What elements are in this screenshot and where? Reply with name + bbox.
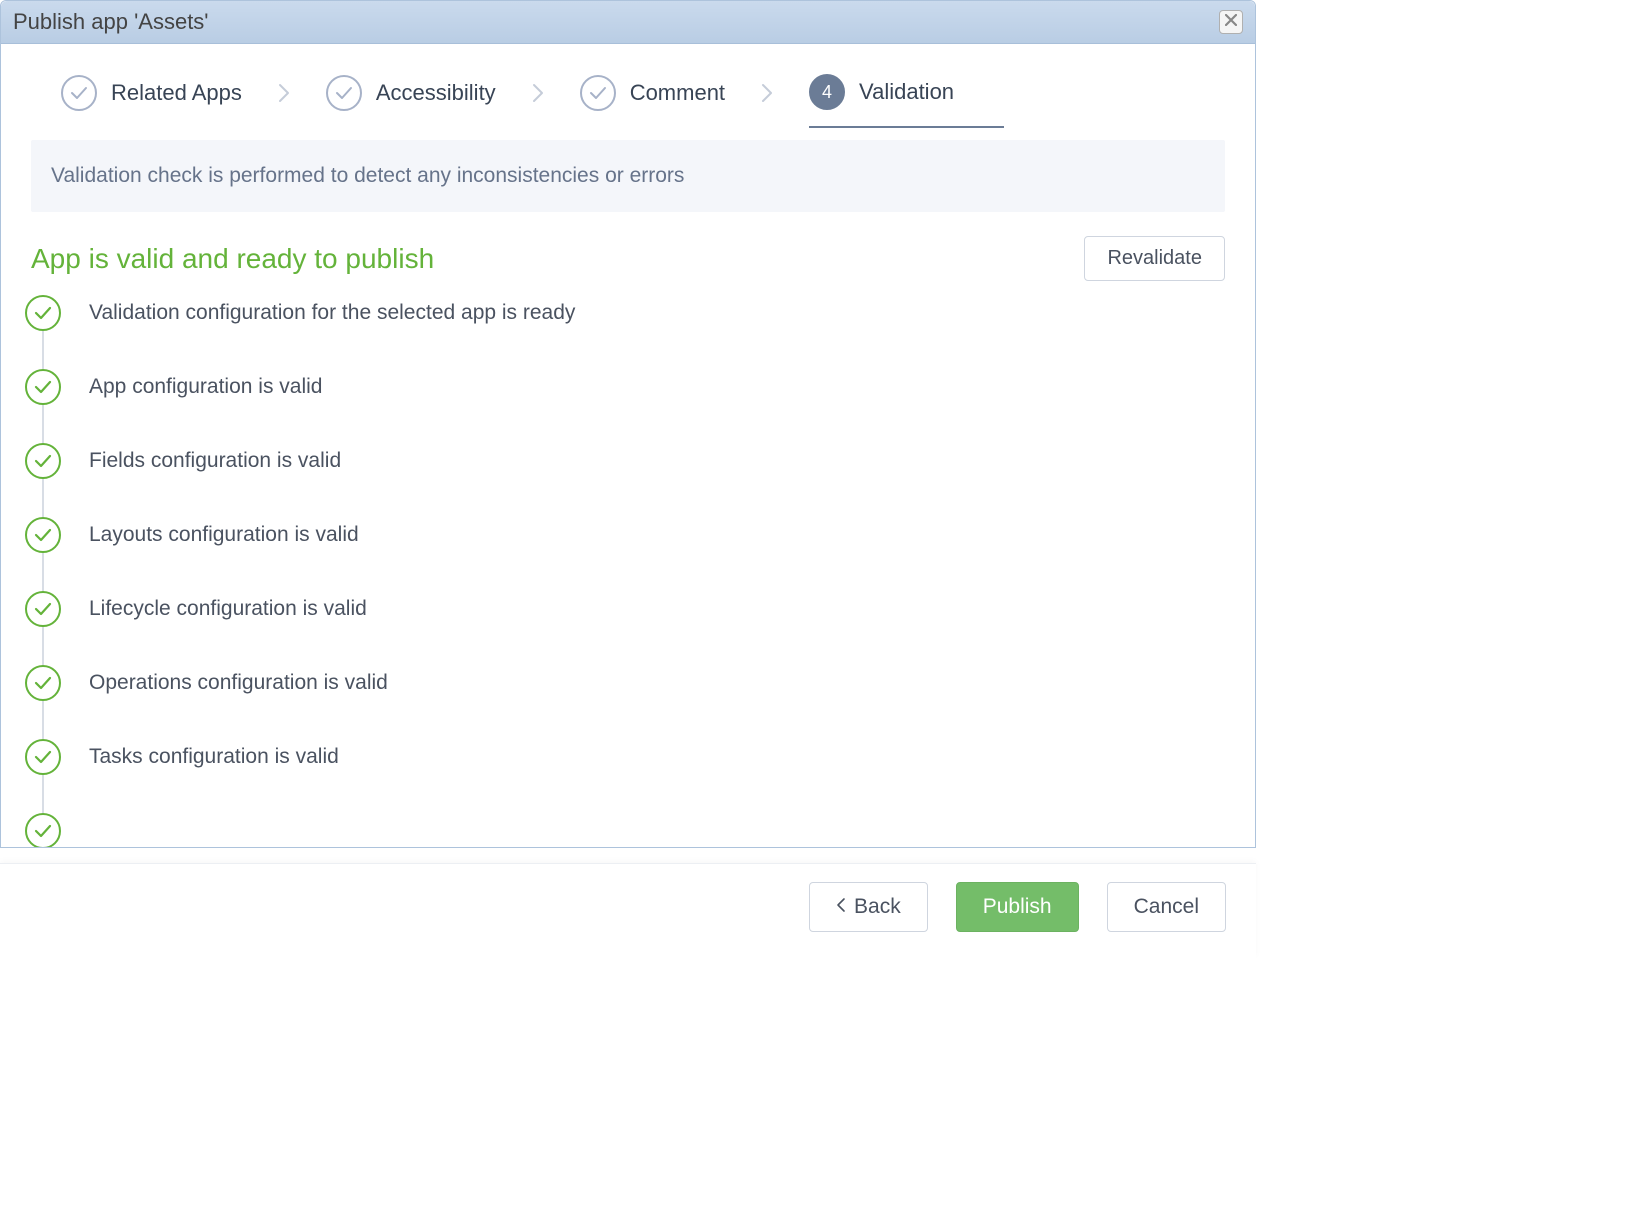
chevron-right-icon [496,83,580,119]
close-icon [1225,13,1237,31]
chevron-left-icon [836,895,846,919]
step-validation[interactable]: 4 Validation [809,74,1004,128]
status-row: App is valid and ready to publish Revali… [1,212,1255,291]
check-circle-icon [25,295,61,331]
checklist-item-label: Operations configuration is valid [61,665,388,695]
step-number-icon: 4 [809,74,845,110]
step-label: Validation [859,79,954,105]
close-button[interactable] [1219,10,1243,34]
checklist-item-label: Layouts configuration is valid [61,517,359,547]
checklist-item: Tasks configuration is valid [25,739,1225,813]
connector-line [42,627,44,665]
dialog-title: Publish app 'Assets' [13,9,209,35]
step-label: Accessibility [376,80,496,106]
publish-button[interactable]: Publish [956,882,1079,932]
chevron-right-icon [242,83,326,119]
connector-line [42,701,44,739]
publish-button-label: Publish [983,895,1052,919]
check-circle-icon [25,739,61,775]
step-accessibility[interactable]: Accessibility [326,75,496,127]
publish-app-dialog: Publish app 'Assets' Related Apps A [0,0,1256,848]
wizard-steps: Related Apps Accessibility Comment [1,44,1255,140]
step-related-apps[interactable]: Related Apps [61,75,242,127]
cancel-button[interactable]: Cancel [1107,882,1226,932]
check-circle-icon [25,813,61,847]
connector-line [42,405,44,443]
step-label: Comment [630,80,725,106]
validation-checklist: Validation configuration for the selecte… [1,291,1255,847]
info-banner: Validation check is performed to detect … [31,140,1225,212]
checklist-item: App configuration is valid [25,369,1225,443]
checklist-item-label: Tasks configuration is valid [61,739,339,769]
check-circle-icon [326,75,362,111]
chevron-right-icon [725,83,809,119]
dialog-footer: Back Publish Cancel [0,863,1256,958]
checklist-item-label [61,813,89,819]
dialog-title-bar: Publish app 'Assets' [1,1,1255,44]
checklist-item: Layouts configuration is valid [25,517,1225,591]
connector-line [42,331,44,369]
check-circle-icon [25,517,61,553]
info-banner-text: Validation check is performed to detect … [51,164,684,187]
checklist-item: Fields configuration is valid [25,443,1225,517]
check-circle-icon [61,75,97,111]
check-circle-icon [580,75,616,111]
checklist-item: Lifecycle configuration is valid [25,591,1225,665]
check-circle-icon [25,591,61,627]
checklist-item-label: Fields configuration is valid [61,443,341,473]
step-comment[interactable]: Comment [580,75,725,127]
connector-line [42,553,44,591]
checklist-item [25,813,1225,847]
connector-line [42,775,44,813]
step-label: Related Apps [111,80,242,106]
back-button[interactable]: Back [809,882,928,932]
checklist-item-label: App configuration is valid [61,369,322,399]
checklist-item-label: Validation configuration for the selecte… [61,295,575,325]
checklist-item: Operations configuration is valid [25,665,1225,739]
back-button-label: Back [854,895,901,919]
check-circle-icon [25,443,61,479]
checklist-item-label: Lifecycle configuration is valid [61,591,367,621]
validation-status-title: App is valid and ready to publish [31,243,434,275]
connector-line [42,479,44,517]
revalidate-button[interactable]: Revalidate [1084,236,1225,281]
checklist-item: Validation configuration for the selecte… [25,295,1225,369]
check-circle-icon [25,369,61,405]
cancel-button-label: Cancel [1134,895,1199,919]
check-circle-icon [25,665,61,701]
